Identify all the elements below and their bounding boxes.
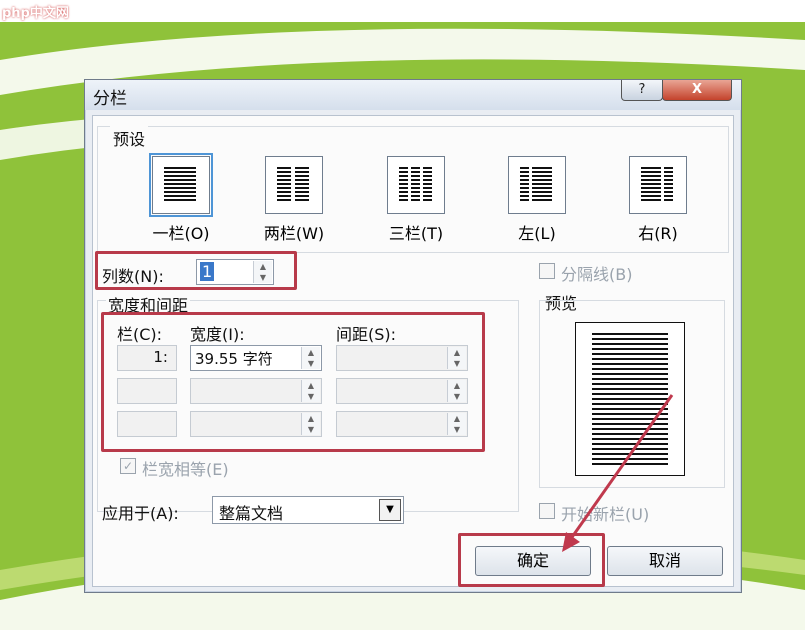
pointer-arrow-icon (562, 394, 674, 552)
